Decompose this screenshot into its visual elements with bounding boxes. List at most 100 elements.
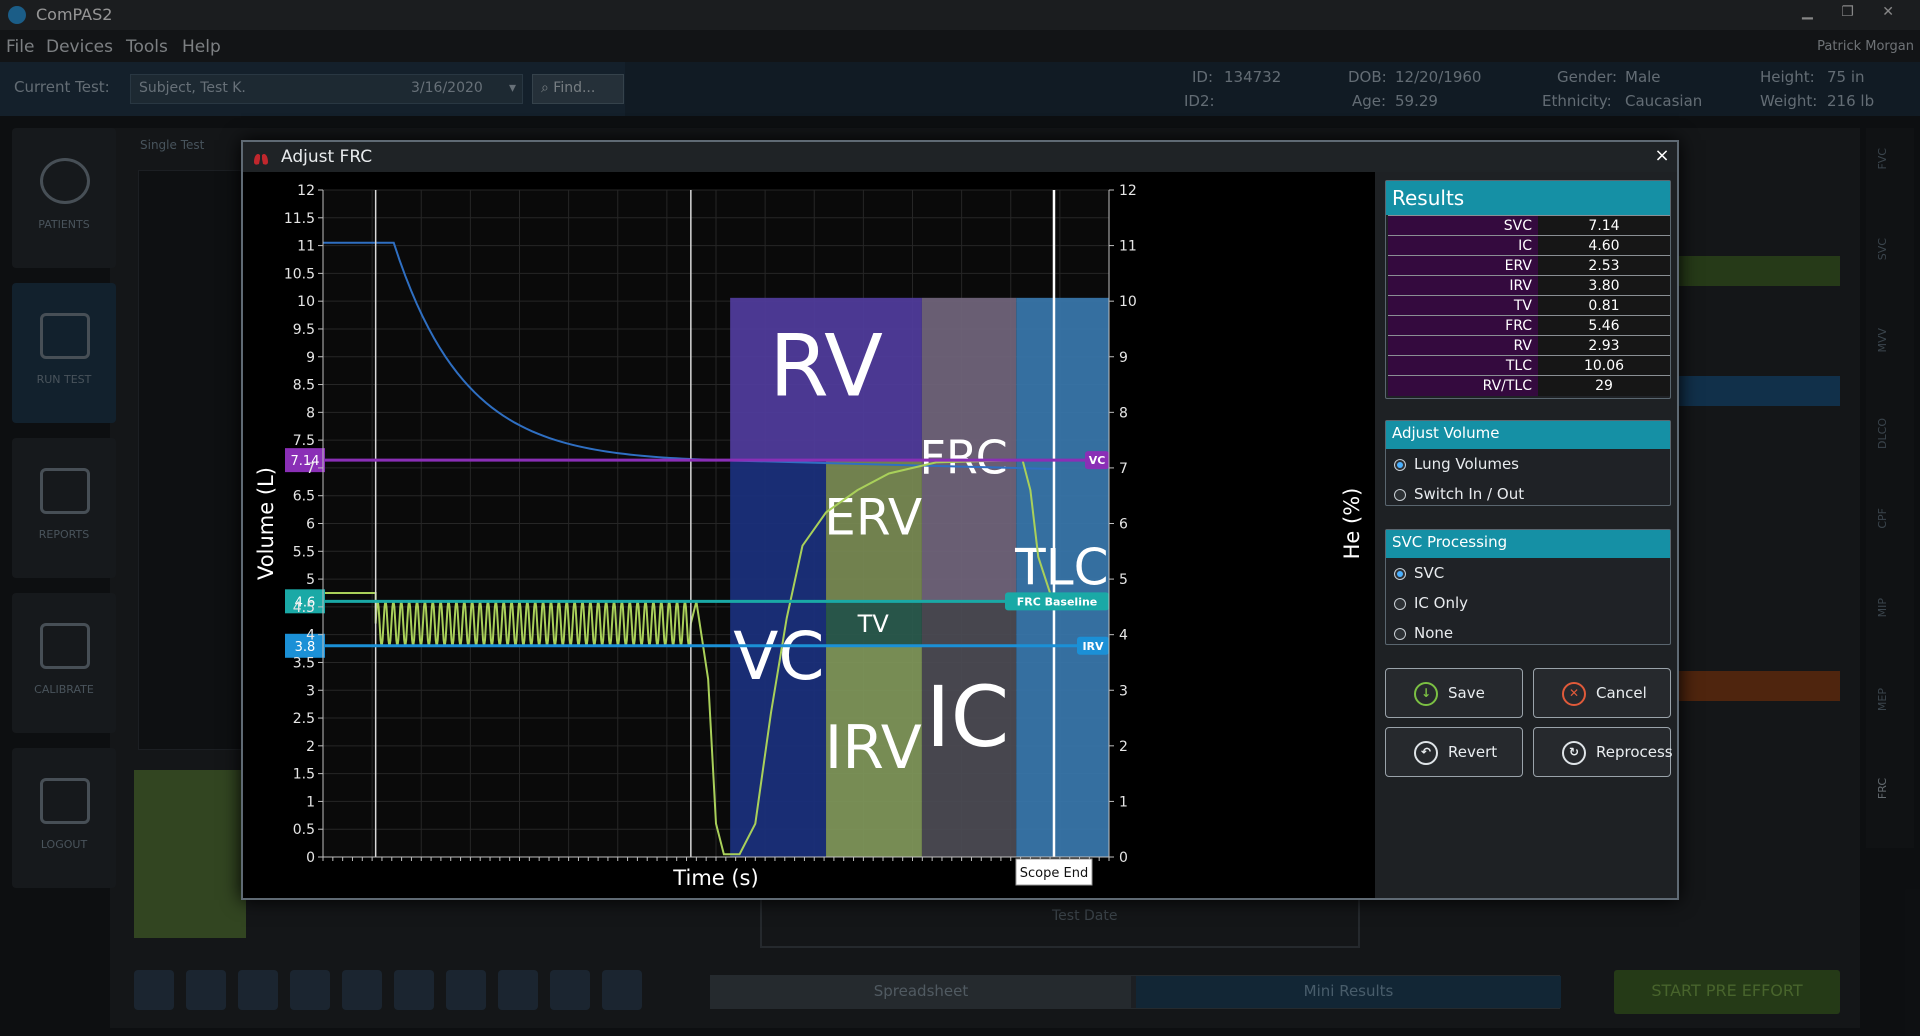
svc-label: SVC xyxy=(1414,564,1445,582)
adjust-frc-dialog: Adjust FRC × RV VC ERV TV IRV FRC IC TLC 7.14 VC 4… xyxy=(241,140,1679,900)
region-label-vc: VC xyxy=(733,618,824,695)
y2-tick-label: 3 xyxy=(1119,683,1128,699)
y-tick-label: 8.5 xyxy=(293,378,315,394)
results-value: 29 xyxy=(1538,375,1670,396)
adjust-volume-box: Adjust Volume Lung Volumes Switch In / O… xyxy=(1385,420,1671,506)
region-label-tv: TV xyxy=(857,610,890,638)
radio-none[interactable] xyxy=(1394,628,1406,640)
cancel-button[interactable]: ✕ Cancel xyxy=(1533,668,1671,718)
option-svc[interactable]: SVC xyxy=(1386,558,1670,588)
y-tick-label: 11.5 xyxy=(284,211,315,227)
region-label-ic: IC xyxy=(926,668,1009,766)
results-title: Results xyxy=(1386,181,1670,215)
revert-icon: ↶ xyxy=(1414,741,1438,765)
results-key: RV/TLC xyxy=(1388,375,1538,396)
results-value: 7.14 xyxy=(1538,215,1670,236)
y-tick-label: 3 xyxy=(306,683,315,699)
scope-end-label: Scope End xyxy=(1020,866,1088,881)
option-lung-volumes[interactable]: Lung Volumes xyxy=(1386,449,1670,479)
y2-tick-label: 8 xyxy=(1119,405,1128,421)
option-none[interactable]: None xyxy=(1386,618,1670,648)
results-value: 2.93 xyxy=(1538,335,1670,356)
y-tick-label: 5 xyxy=(306,572,315,588)
results-row: RV 2.93 xyxy=(1388,335,1670,356)
reprocess-button[interactable]: ↻ Reprocess xyxy=(1533,727,1673,777)
y2-tick-label: 12 xyxy=(1119,183,1137,199)
radio-ic-only[interactable] xyxy=(1394,598,1406,610)
marker-name-label: FRC Baseline xyxy=(1017,595,1098,608)
cancel-icon: ✕ xyxy=(1562,682,1586,706)
option-switch-in-out[interactable]: Switch In / Out xyxy=(1386,479,1670,509)
save-button[interactable]: ↓ Save xyxy=(1385,668,1523,718)
results-key: IRV xyxy=(1388,275,1538,296)
results-key: SVC xyxy=(1388,215,1538,236)
results-row: TLC 10.06 xyxy=(1388,355,1670,376)
y2-tick-label: 10 xyxy=(1119,294,1137,310)
region-label-erv: ERV xyxy=(824,489,922,547)
y-tick-label: 7 xyxy=(306,461,315,477)
radio-lung-volumes[interactable] xyxy=(1394,459,1406,471)
y-tick-label: 1.5 xyxy=(293,767,315,783)
results-key: TV xyxy=(1388,295,1538,316)
results-value: 2.53 xyxy=(1538,255,1670,276)
y-axis-label: Volume (L) xyxy=(254,467,278,580)
results-value: 5.46 xyxy=(1538,315,1670,336)
radio-switch-in-out[interactable] xyxy=(1394,489,1406,501)
results-key: RV xyxy=(1388,335,1538,356)
results-row: ERV 2.53 xyxy=(1388,255,1670,276)
right-panel: Results SVC 7.14 IC 4.60 ERV 2.53 IRV 3.80 TV 0.8… xyxy=(1375,172,1677,898)
dialog-title-bar: Adjust FRC × xyxy=(243,142,1677,172)
marker-value-label: 7.14 xyxy=(291,454,320,469)
ic-only-label: IC Only xyxy=(1414,594,1469,612)
y-tick-label: 9 xyxy=(306,350,315,366)
results-value: 4.60 xyxy=(1538,235,1670,256)
close-icon[interactable]: × xyxy=(1651,145,1673,167)
y-tick-label: 9.5 xyxy=(293,322,315,338)
results-value: 10.06 xyxy=(1538,355,1670,376)
results-value: 0.81 xyxy=(1538,295,1670,316)
save-icon: ↓ xyxy=(1414,682,1438,706)
marker-name-label: VC xyxy=(1089,454,1106,467)
y-tick-label: 11 xyxy=(297,239,315,255)
y-tick-label: 6.5 xyxy=(293,489,315,505)
y-tick-label: 1 xyxy=(306,794,315,810)
y-tick-label: 3.5 xyxy=(293,655,315,671)
y-tick-label: 12 xyxy=(297,183,315,199)
marker-name-label: IRV xyxy=(1082,640,1104,653)
switch-in-out-label: Switch In / Out xyxy=(1414,485,1525,503)
revert-label: Revert xyxy=(1448,743,1498,761)
y-tick-label: 2 xyxy=(306,739,315,755)
y2-tick-label: 2 xyxy=(1119,739,1128,755)
revert-button[interactable]: ↶ Revert xyxy=(1385,727,1523,777)
y-tick-label: 8 xyxy=(306,405,315,421)
y2-tick-label: 0 xyxy=(1119,850,1128,866)
adjust-volume-title: Adjust Volume xyxy=(1386,421,1670,449)
y-tick-label: 6 xyxy=(306,517,315,533)
cancel-label: Cancel xyxy=(1596,684,1647,702)
y-tick-label: 7.5 xyxy=(293,433,315,449)
y-tick-label: 5.5 xyxy=(293,544,315,560)
results-key: FRC xyxy=(1388,315,1538,336)
svc-processing-title: SVC Processing xyxy=(1386,530,1670,558)
results-box: Results SVC 7.14 IC 4.60 ERV 2.53 IRV 3.80 TV 0.8… xyxy=(1385,180,1671,399)
svc-processing-box: SVC Processing SVC IC Only None xyxy=(1385,529,1671,645)
y-tick-label: 2.5 xyxy=(293,711,315,727)
chart-canvas[interactable]: RVVCERVTVIRVFRCICTLC7.14 VC4.6 FRC Baselin… xyxy=(243,172,1375,898)
save-label: Save xyxy=(1448,684,1485,702)
results-row: IRV 3.80 xyxy=(1388,275,1670,296)
radio-svc[interactable] xyxy=(1394,568,1406,580)
y2-tick-label: 4 xyxy=(1119,628,1128,644)
y-tick-label: 10 xyxy=(297,294,315,310)
none-label: None xyxy=(1414,624,1454,642)
option-ic-only[interactable]: IC Only xyxy=(1386,588,1670,618)
results-key: ERV xyxy=(1388,255,1538,276)
frc-chart[interactable]: RV VC ERV TV IRV FRC IC TLC 7.14 VC 4.6 FRC Baselin… xyxy=(243,172,1375,898)
region-label-frc: FRC xyxy=(919,430,1007,484)
results-row: FRC 5.46 xyxy=(1388,315,1670,336)
dialog-title: Adjust FRC xyxy=(281,147,373,167)
results-row: RV/TLC 29 xyxy=(1388,375,1670,396)
lung-icon xyxy=(254,149,268,165)
results-value: 3.80 xyxy=(1538,275,1670,296)
results-key: TLC xyxy=(1388,355,1538,376)
reprocess-icon: ↻ xyxy=(1562,741,1586,765)
